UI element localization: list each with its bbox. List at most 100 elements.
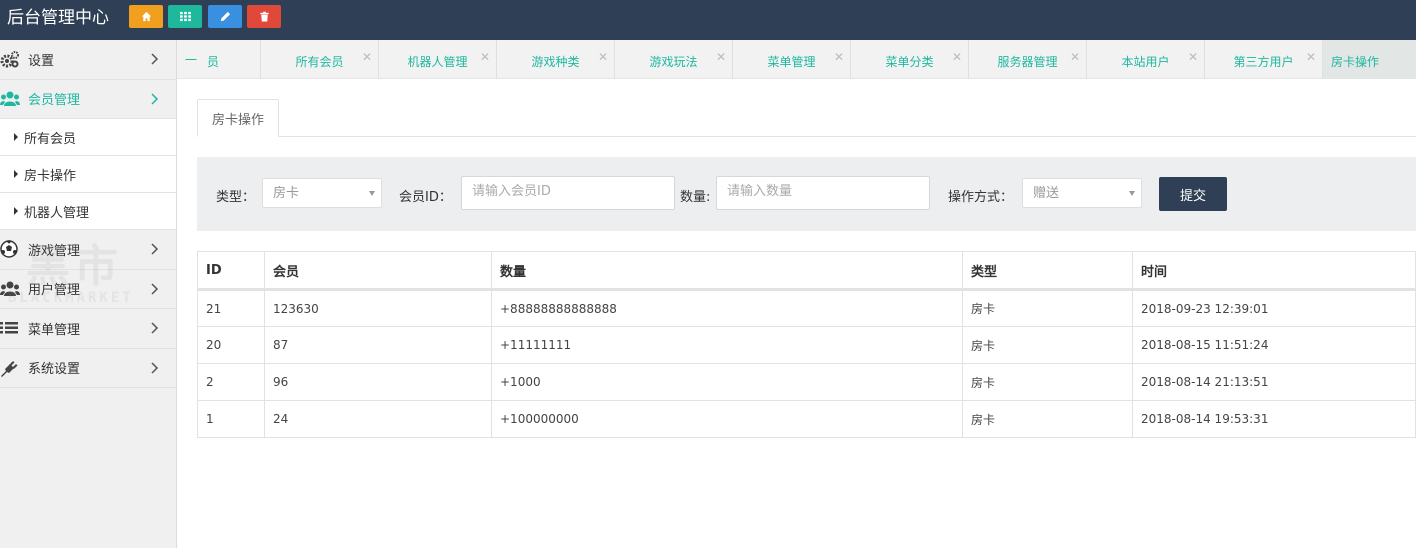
tab-label: 房卡操作 xyxy=(1331,55,1380,69)
grid-button[interactable] xyxy=(168,5,202,28)
cell-id: 2 xyxy=(197,363,265,401)
cell-member: 123630 xyxy=(264,289,492,327)
caret-right-icon xyxy=(14,170,18,178)
member-id-input[interactable]: 请输入会员ID xyxy=(461,176,675,210)
list-icon xyxy=(0,319,20,337)
cell-time: 2018-08-15 11:51:24 xyxy=(1132,326,1416,364)
tab-site-users[interactable]: 本站用户 ✕ xyxy=(1087,40,1205,79)
sidebar-subitem-label: 机器人管理 xyxy=(24,205,90,221)
table-row: 20 87 +11111111 房卡 2018-08-15 11:51:24 xyxy=(197,326,1416,364)
top-bar: 后台管理中心 xyxy=(0,0,1416,40)
trash-icon xyxy=(259,11,269,22)
chevron-right-icon xyxy=(151,322,159,334)
chevron-right-icon xyxy=(151,243,159,255)
close-icon[interactable]: ✕ xyxy=(716,50,726,64)
tab-all-members[interactable]: 所有会员 ✕ xyxy=(261,40,379,79)
cell-id: 1 xyxy=(197,400,265,438)
gears-icon xyxy=(0,50,20,68)
users-icon xyxy=(0,90,20,108)
sidebar-item-system[interactable]: 系统设置 xyxy=(0,349,176,388)
tab-label: 菜单管理 xyxy=(767,55,816,69)
plug-icon xyxy=(0,359,20,377)
sidebar-item-users[interactable]: 用户管理 xyxy=(0,270,176,309)
tab-label: 本站用户 xyxy=(1121,55,1170,69)
tab-robots[interactable]: 机器人管理 ✕ xyxy=(379,40,497,79)
tab-menu-management[interactable]: 菜单管理 ✕ xyxy=(733,40,851,79)
cell-type: 房卡 xyxy=(962,326,1133,364)
tab-members-partial[interactable]: 一 员 xyxy=(177,40,261,79)
cell-quantity: +100000000 xyxy=(491,400,963,438)
home-icon xyxy=(141,11,151,22)
delete-button[interactable] xyxy=(247,5,281,28)
pencil-icon xyxy=(220,11,230,22)
close-icon[interactable]: ✕ xyxy=(952,50,962,64)
cell-time: 2018-09-23 12:39:01 xyxy=(1132,289,1416,327)
cell-quantity: +88888888888888 xyxy=(491,289,963,327)
tab-prefix: 一 xyxy=(185,53,198,67)
main-content: 房卡操作 类型： 房卡 会员ID： 请输入会员ID 数量: 请输入数量 操作方式… xyxy=(177,79,1416,548)
close-icon[interactable]: ✕ xyxy=(598,50,608,64)
type-select[interactable]: 房卡 xyxy=(262,178,382,208)
close-icon[interactable]: ✕ xyxy=(1306,50,1316,64)
chevron-right-icon xyxy=(151,93,159,105)
type-select-value: 房卡 xyxy=(273,186,300,201)
cell-member: 87 xyxy=(264,326,492,364)
tab-label: 员 xyxy=(207,55,220,69)
tab-label: 游戏种类 xyxy=(531,55,580,69)
grid-icon xyxy=(179,11,191,22)
tab-game-types[interactable]: 游戏种类 ✕ xyxy=(497,40,615,79)
cell-time: 2018-08-14 19:53:31 xyxy=(1132,400,1416,438)
tab-menu-categories[interactable]: 菜单分类 ✕ xyxy=(851,40,969,79)
sidebar-item-games[interactable]: 游戏管理 xyxy=(0,230,176,270)
edit-button[interactable] xyxy=(208,5,242,28)
tab-third-party-users[interactable]: 第三方用户 ✕ xyxy=(1205,40,1323,79)
quantity-label: 数量: xyxy=(680,190,711,205)
sidebar-subitem-robots[interactable]: 机器人管理 xyxy=(0,193,176,230)
cell-id: 20 xyxy=(197,326,265,364)
sidebar-subitem-room-card[interactable]: 房卡操作 xyxy=(0,156,176,193)
sidebar-item-label: 设置 xyxy=(28,53,55,69)
sidebar-item-menus[interactable]: 菜单管理 xyxy=(0,309,176,349)
method-select[interactable]: 赠送 xyxy=(1022,178,1142,208)
method-label: 操作方式： xyxy=(948,190,1014,205)
home-button[interactable] xyxy=(129,5,163,28)
app-title: 后台管理中心 xyxy=(7,8,109,28)
type-label: 类型： xyxy=(216,190,256,205)
sidebar-item-label: 游戏管理 xyxy=(28,243,81,259)
close-icon[interactable]: ✕ xyxy=(362,50,372,64)
column-header-time: 时间 xyxy=(1132,251,1416,291)
cell-type: 房卡 xyxy=(962,289,1133,327)
table-row: 21 123630 +88888888888888 房卡 2018-09-23 … xyxy=(197,289,1416,327)
sub-tab-room-card[interactable]: 房卡操作 xyxy=(197,99,279,137)
table-row: 2 96 +1000 房卡 2018-08-14 21:13:51 xyxy=(197,363,1416,401)
close-icon[interactable]: ✕ xyxy=(480,50,490,64)
cell-quantity: +11111111 xyxy=(491,326,963,364)
chevron-right-icon xyxy=(151,283,159,295)
tab-game-rules[interactable]: 游戏玩法 ✕ xyxy=(615,40,733,79)
tab-room-card[interactable]: 房卡操作 xyxy=(1323,40,1416,79)
submit-button[interactable]: 提交 xyxy=(1159,177,1227,211)
caret-down-icon xyxy=(1129,191,1135,196)
caret-down-icon xyxy=(369,191,375,196)
chevron-right-icon xyxy=(151,362,159,374)
column-header-quantity: 数量 xyxy=(491,251,963,291)
tab-server-management[interactable]: 服务器管理 ✕ xyxy=(969,40,1087,79)
tab-label: 第三方用户 xyxy=(1233,55,1294,69)
close-icon[interactable]: ✕ xyxy=(1070,50,1080,64)
sidebar-subitem-all-members[interactable]: 所有会员 xyxy=(0,119,176,156)
tab-label: 服务器管理 xyxy=(997,55,1058,69)
column-header-member: 会员 xyxy=(264,251,492,291)
sidebar-subitem-label: 所有会员 xyxy=(24,131,77,147)
cell-type: 房卡 xyxy=(962,363,1133,401)
close-icon[interactable]: ✕ xyxy=(834,50,844,64)
close-icon[interactable]: ✕ xyxy=(1188,50,1198,64)
sidebar-item-settings[interactable]: 设置 xyxy=(0,40,176,80)
cell-quantity: +1000 xyxy=(491,363,963,401)
quantity-input[interactable]: 请输入数量 xyxy=(716,176,930,210)
soccer-ball-icon xyxy=(0,240,20,258)
sub-tab-bar: 房卡操作 xyxy=(197,99,1416,137)
sidebar-item-members[interactable]: 会员管理 xyxy=(0,80,176,119)
caret-right-icon xyxy=(14,133,18,141)
caret-right-icon xyxy=(14,207,18,215)
cell-member: 96 xyxy=(264,363,492,401)
